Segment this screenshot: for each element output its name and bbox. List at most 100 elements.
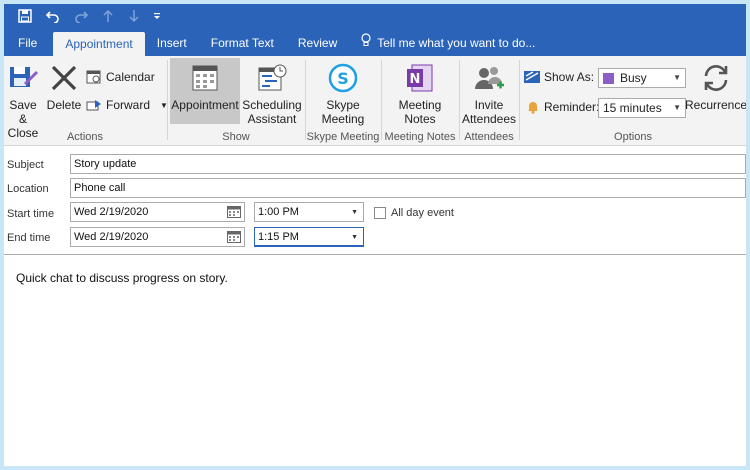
delete-button[interactable]: Delete bbox=[46, 58, 82, 112]
skype-meeting-group: S Skype Meeting Skype Meeting bbox=[306, 56, 380, 146]
onenote-icon: N bbox=[407, 64, 433, 92]
meeting-notes-button[interactable]: N Meeting Notes bbox=[388, 58, 452, 126]
chevron-down-icon: ▼ bbox=[673, 103, 681, 112]
options-group-label: Options bbox=[614, 131, 652, 143]
tab-file[interactable]: File bbox=[4, 30, 49, 56]
skype-label-2: Meeting bbox=[321, 112, 365, 126]
subject-field[interactable]: Story update bbox=[70, 154, 746, 174]
invite-label-1: Invite bbox=[474, 98, 504, 112]
end-date-field[interactable]: Wed 2/19/2020 bbox=[70, 227, 245, 247]
recurrence-icon bbox=[704, 65, 728, 91]
notes-group-label: Meeting Notes bbox=[384, 131, 456, 143]
ribbon-tabs: File Appointment Insert Format Text Revi… bbox=[4, 28, 746, 56]
tab-format-text[interactable]: Format Text bbox=[199, 30, 286, 56]
attendees-group-label: Attendees bbox=[464, 131, 514, 143]
lightbulb-icon bbox=[361, 30, 371, 56]
calendar-button[interactable]: Calendar bbox=[86, 70, 155, 84]
title-bar bbox=[4, 4, 746, 28]
scheduling-label-1: Scheduling bbox=[242, 98, 302, 112]
save-close-icon bbox=[10, 67, 39, 87]
end-time-value: 1:15 PM bbox=[258, 230, 299, 243]
end-time-label: End time bbox=[7, 232, 51, 244]
undo-icon[interactable] bbox=[46, 9, 60, 23]
tell-me-search[interactable]: Tell me what you want to do... bbox=[349, 30, 547, 56]
ribbon: Save & Close Delete Calendar Forward ▼ A… bbox=[4, 56, 746, 146]
start-date-field[interactable]: Wed 2/19/2020 bbox=[70, 202, 245, 222]
tab-appointment[interactable]: Appointment bbox=[53, 32, 145, 56]
subject-label: Subject bbox=[7, 159, 44, 171]
notes-label-1: Meeting bbox=[398, 98, 442, 112]
appointment-view-label: Appointment bbox=[171, 98, 239, 112]
appointment-view-button[interactable]: Appointment bbox=[170, 58, 240, 124]
appointment-form: Subject Story update Location Phone call… bbox=[4, 146, 746, 254]
recurrence-button[interactable]: Recurrence bbox=[684, 58, 746, 112]
body-text: Quick chat to discuss progress on story. bbox=[16, 271, 228, 285]
scheduling-label-2: Assistant bbox=[247, 112, 297, 126]
skype-meeting-button[interactable]: S Skype Meeting bbox=[310, 58, 376, 126]
calendar-label: Calendar bbox=[106, 70, 155, 84]
skype-group-label: Skype Meeting bbox=[306, 131, 380, 143]
chevron-down-icon: ▼ bbox=[351, 209, 358, 216]
busy-color-swatch bbox=[603, 72, 614, 84]
appointment-window: File Appointment Insert Format Text Revi… bbox=[4, 4, 746, 466]
calendar-picker-icon[interactable] bbox=[227, 206, 241, 218]
redo-icon[interactable] bbox=[74, 9, 88, 23]
scheduling-icon bbox=[258, 64, 287, 91]
tab-insert[interactable]: Insert bbox=[145, 30, 199, 56]
options-group: Show As: Busy ▼ Reminder: 15 minutes ▼ R… bbox=[520, 56, 746, 146]
meeting-notes-group: N Meeting Notes Meeting Notes bbox=[382, 56, 458, 146]
forward-button[interactable]: Forward ▼ bbox=[86, 98, 168, 112]
forward-icon bbox=[86, 100, 101, 111]
show-as-value: Busy bbox=[620, 71, 647, 85]
skype-label-1: Skype bbox=[326, 98, 360, 112]
all-day-checkbox[interactable] bbox=[374, 207, 386, 219]
start-time-dropdown[interactable]: 1:00 PM ▼ bbox=[254, 202, 364, 222]
show-as-dropdown[interactable]: Busy ▼ bbox=[598, 68, 686, 88]
invite-attendees-button[interactable]: Invite Attendees bbox=[460, 58, 518, 126]
save-icon[interactable] bbox=[18, 9, 32, 23]
save-close-button[interactable]: Save & Close bbox=[4, 58, 42, 140]
people-icon bbox=[475, 67, 504, 89]
show-group: Appointment Scheduling Assistant Show bbox=[168, 56, 304, 146]
start-time-value: 1:00 PM bbox=[258, 206, 299, 218]
location-field[interactable]: Phone call bbox=[70, 178, 746, 198]
bell-icon bbox=[528, 102, 538, 114]
attendees-group: Invite Attendees Attendees bbox=[460, 56, 518, 146]
show-as-label-wrap: Show As: bbox=[524, 70, 594, 84]
save-close-label-1: Save & bbox=[9, 98, 37, 126]
show-as-label: Show As: bbox=[544, 70, 595, 84]
calendar-picker-icon[interactable] bbox=[227, 231, 241, 243]
delete-icon bbox=[51, 65, 77, 91]
all-day-label: All day event bbox=[391, 207, 454, 219]
svg-text:N: N bbox=[410, 72, 421, 87]
chevron-down-icon: ▼ bbox=[673, 73, 681, 82]
reminder-dropdown[interactable]: 15 minutes ▼ bbox=[598, 98, 686, 118]
actions-group: Save & Close Delete Calendar Forward ▼ A… bbox=[4, 56, 168, 146]
calendar-icon bbox=[86, 70, 101, 84]
reminder-label-wrap: Reminder: bbox=[526, 100, 599, 114]
scheduling-assistant-button[interactable]: Scheduling Assistant bbox=[242, 58, 302, 126]
reminder-label: Reminder: bbox=[544, 100, 600, 114]
end-date-value: Wed 2/19/2020 bbox=[74, 231, 149, 243]
recurrence-label: Recurrence bbox=[684, 98, 746, 112]
message-body[interactable]: Quick chat to discuss progress on story. bbox=[4, 254, 746, 466]
reminder-value: 15 minutes bbox=[603, 101, 662, 115]
forward-label: Forward bbox=[106, 98, 151, 112]
customize-icon[interactable] bbox=[152, 11, 162, 21]
actions-group-label: Actions bbox=[66, 131, 104, 143]
end-time-dropdown[interactable]: 1:15 PM ▼ bbox=[254, 227, 364, 247]
show-group-label: Show bbox=[222, 131, 250, 143]
show-as-icon bbox=[524, 71, 540, 83]
chevron-down-icon: ▼ bbox=[351, 234, 358, 241]
start-date-value: Wed 2/19/2020 bbox=[74, 206, 149, 218]
invite-label-2: Attendees bbox=[461, 112, 517, 126]
appointment-icon bbox=[192, 65, 218, 91]
skype-icon: S bbox=[328, 63, 358, 93]
svg-text:S: S bbox=[337, 69, 349, 88]
arrow-up-icon[interactable] bbox=[102, 9, 114, 23]
tell-me-label: Tell me what you want to do... bbox=[377, 36, 536, 50]
delete-label: Delete bbox=[46, 98, 82, 112]
tab-review[interactable]: Review bbox=[286, 30, 349, 56]
start-time-label: Start time bbox=[7, 208, 55, 220]
arrow-down-icon[interactable] bbox=[128, 9, 140, 23]
